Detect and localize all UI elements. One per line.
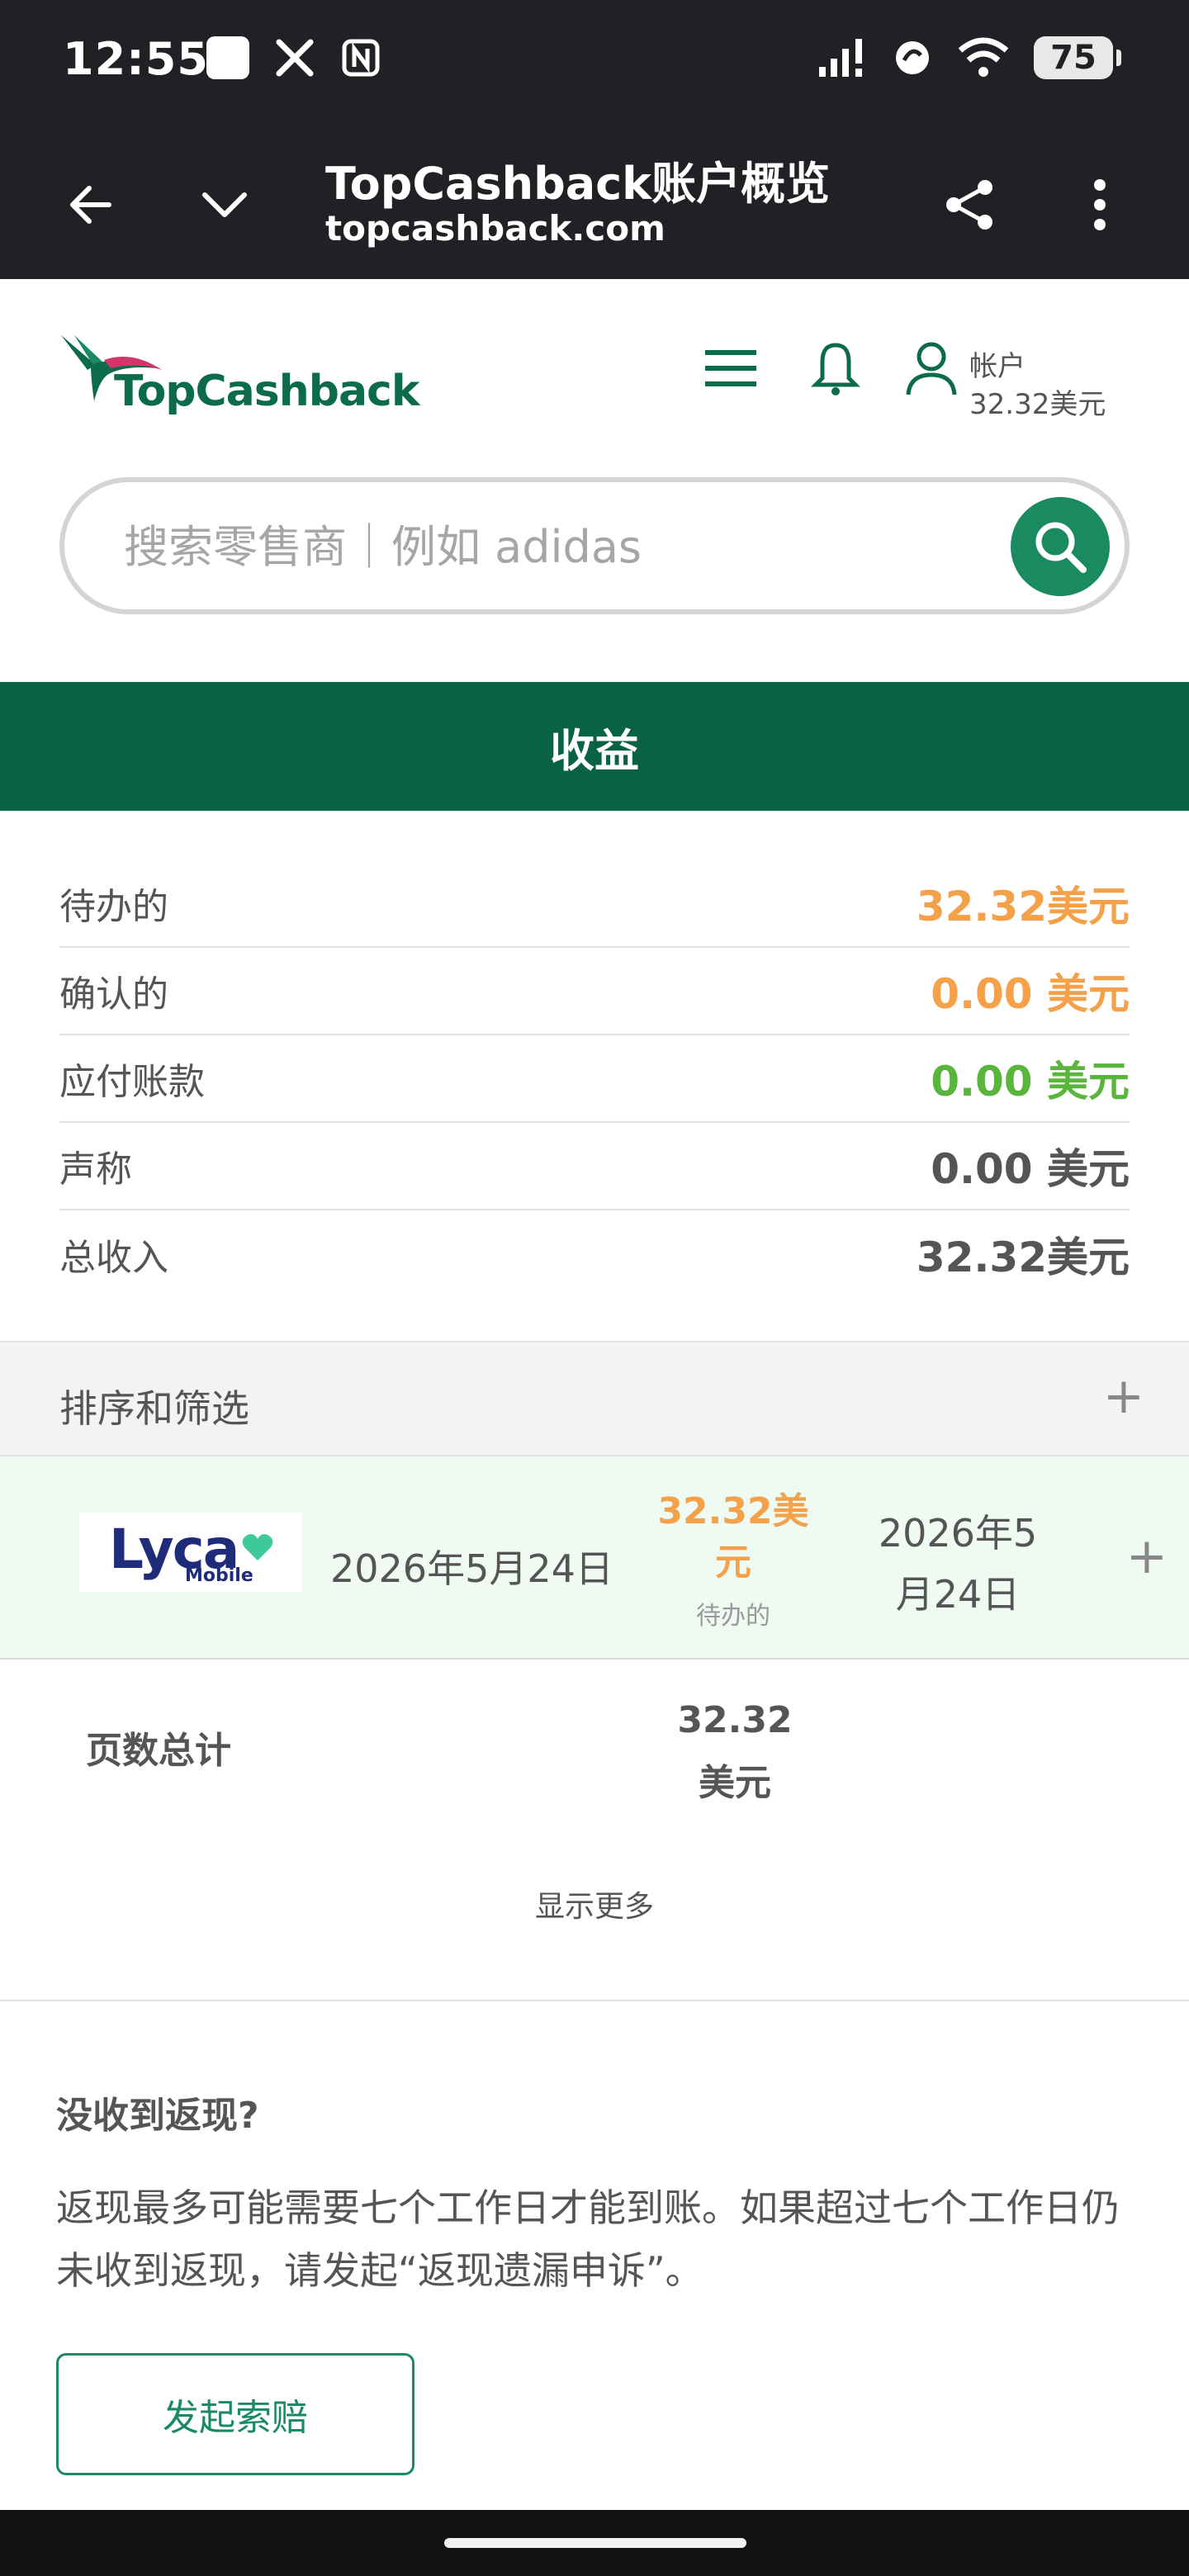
page-total-value-line: 美元 bbox=[699, 1762, 771, 1804]
summary-label: 总收入 bbox=[59, 1237, 168, 1279]
summary-value: 32.32美元 bbox=[916, 1234, 1130, 1281]
user-icon bbox=[906, 342, 957, 395]
status-notification-icons bbox=[206, 36, 381, 79]
summary-value: 0.00 美元 bbox=[931, 970, 1130, 1018]
chevron-down-icon bbox=[202, 192, 247, 217]
transaction-status: 待办的 bbox=[696, 1602, 770, 1631]
summary-label: 声称 bbox=[59, 1148, 132, 1191]
heart-logo-icon bbox=[242, 1534, 273, 1560]
status-system-icons: 75 bbox=[817, 36, 1121, 79]
summary-label: 待办的 bbox=[59, 886, 168, 928]
battery-icon: 75 bbox=[1034, 36, 1121, 79]
summary-value: 0.00 美元 bbox=[931, 1058, 1130, 1106]
merchant-logo-subtext: Mobile bbox=[185, 1565, 253, 1586]
hamburger-menu-icon bbox=[705, 350, 756, 386]
expand-plus-icon[interactable]: + bbox=[1103, 1367, 1144, 1425]
vpn-icon bbox=[896, 41, 929, 74]
transaction-amount: 32.32美 元 bbox=[651, 1486, 816, 1589]
arrow-left-icon bbox=[70, 186, 111, 224]
topcashback-logo[interactable]: TopCashback bbox=[0, 279, 419, 444]
menu-button[interactable] bbox=[703, 343, 758, 396]
summary-row-total: 总收入 32.32美元 bbox=[59, 1210, 1130, 1298]
summary-value: 32.32美元 bbox=[916, 883, 1130, 930]
summary-row-claimed: 声称 0.00 美元 bbox=[59, 1123, 1130, 1210]
earnings-summary: 待办的 32.32美元 确认的 0.00 美元 应付账款 0.00 美元 声称 … bbox=[59, 860, 1130, 1298]
summary-row-confirmed: 确认的 0.00 美元 bbox=[59, 948, 1130, 1035]
page-total-value: 32.32 美元 bbox=[652, 1689, 817, 1815]
retailer-search bbox=[59, 477, 1130, 614]
browser-toolbar: TopCashback账户概览 topcashback.com bbox=[0, 122, 1189, 279]
account-label[interactable]: 帐户 bbox=[969, 343, 1026, 384]
browser-page-title: TopCashback账户概览 bbox=[325, 158, 831, 210]
search-input[interactable] bbox=[124, 514, 950, 580]
claim-description: 返现最多可能需要七个工作日才能到账。如果超过七个工作日仍未收到返现，请发起“返现… bbox=[56, 2185, 1120, 2293]
earnings-title: 收益 bbox=[550, 724, 639, 777]
system-navigation-bar bbox=[0, 2510, 1189, 2576]
summary-label: 确认的 bbox=[59, 973, 168, 1016]
summary-value: 0.00 美元 bbox=[931, 1145, 1130, 1193]
browser-url[interactable]: topcashback.com bbox=[325, 208, 666, 249]
more-vertical-icon bbox=[1094, 179, 1106, 230]
show-more-link[interactable]: 显示更多 bbox=[0, 1882, 1189, 1925]
transaction-date-line: 月24日 bbox=[895, 1572, 1021, 1617]
page-total-value-line: 32.32 bbox=[677, 1699, 793, 1741]
wifi-icon bbox=[958, 37, 1009, 77]
share-button[interactable] bbox=[928, 163, 1011, 246]
search-icon bbox=[1035, 522, 1087, 573]
claim-title: 没收到返现? bbox=[56, 2095, 259, 2137]
sort-filter-label: 排序和筛选 bbox=[59, 1386, 249, 1431]
earnings-header: 收益 bbox=[0, 682, 1189, 811]
share-icon bbox=[946, 180, 992, 230]
notifications-button[interactable] bbox=[810, 340, 861, 401]
page-total-label: 页数总计 bbox=[86, 1730, 231, 1772]
logo-text: TopCashback bbox=[114, 367, 419, 416]
status-bar: 12:55 75 bbox=[0, 0, 1189, 122]
nfc-icon bbox=[342, 39, 380, 77]
sort-filter-toggle[interactable]: 排序和筛选 + bbox=[0, 1341, 1189, 1456]
transaction-expected-date: 2026年5 月24日 bbox=[859, 1503, 1057, 1625]
transaction-date-line: 2026年5 bbox=[878, 1511, 1038, 1556]
summary-row-pending: 待办的 32.32美元 bbox=[59, 860, 1130, 948]
transaction-amount-line: 元 bbox=[715, 1541, 751, 1584]
transaction-amount-line: 32.32美 bbox=[657, 1490, 809, 1532]
bell-icon bbox=[810, 343, 861, 395]
x-icon bbox=[276, 39, 314, 77]
account-button[interactable] bbox=[905, 340, 958, 401]
status-time: 12:55 bbox=[63, 33, 209, 85]
signal-icon bbox=[819, 39, 862, 77]
collapse-button[interactable] bbox=[183, 163, 266, 246]
transaction-row[interactable]: Lyca Mobile 2026年5月24日 32.32美 元 待办的 2026… bbox=[0, 1456, 1189, 1660]
expand-plus-icon[interactable]: + bbox=[1126, 1527, 1168, 1585]
back-button[interactable] bbox=[50, 163, 132, 246]
transaction-date: 2026年5月24日 bbox=[330, 1546, 613, 1591]
section-divider bbox=[0, 2000, 1189, 2001]
summary-row-payable: 应付账款 0.00 美元 bbox=[59, 1035, 1130, 1123]
square-notification-icon bbox=[206, 36, 249, 79]
more-options-button[interactable] bbox=[1059, 163, 1141, 246]
site-header: TopCashback 帐户 32.32美元 bbox=[0, 279, 1189, 477]
account-balance[interactable]: 32.32美元 bbox=[969, 381, 1106, 422]
summary-label: 应付账款 bbox=[59, 1061, 205, 1103]
home-gesture-handle[interactable] bbox=[444, 2538, 746, 2548]
search-button[interactable] bbox=[1011, 497, 1110, 596]
start-claim-button[interactable]: 发起索赔 bbox=[56, 2353, 414, 2475]
merchant-logo: Lyca Mobile bbox=[79, 1513, 302, 1592]
